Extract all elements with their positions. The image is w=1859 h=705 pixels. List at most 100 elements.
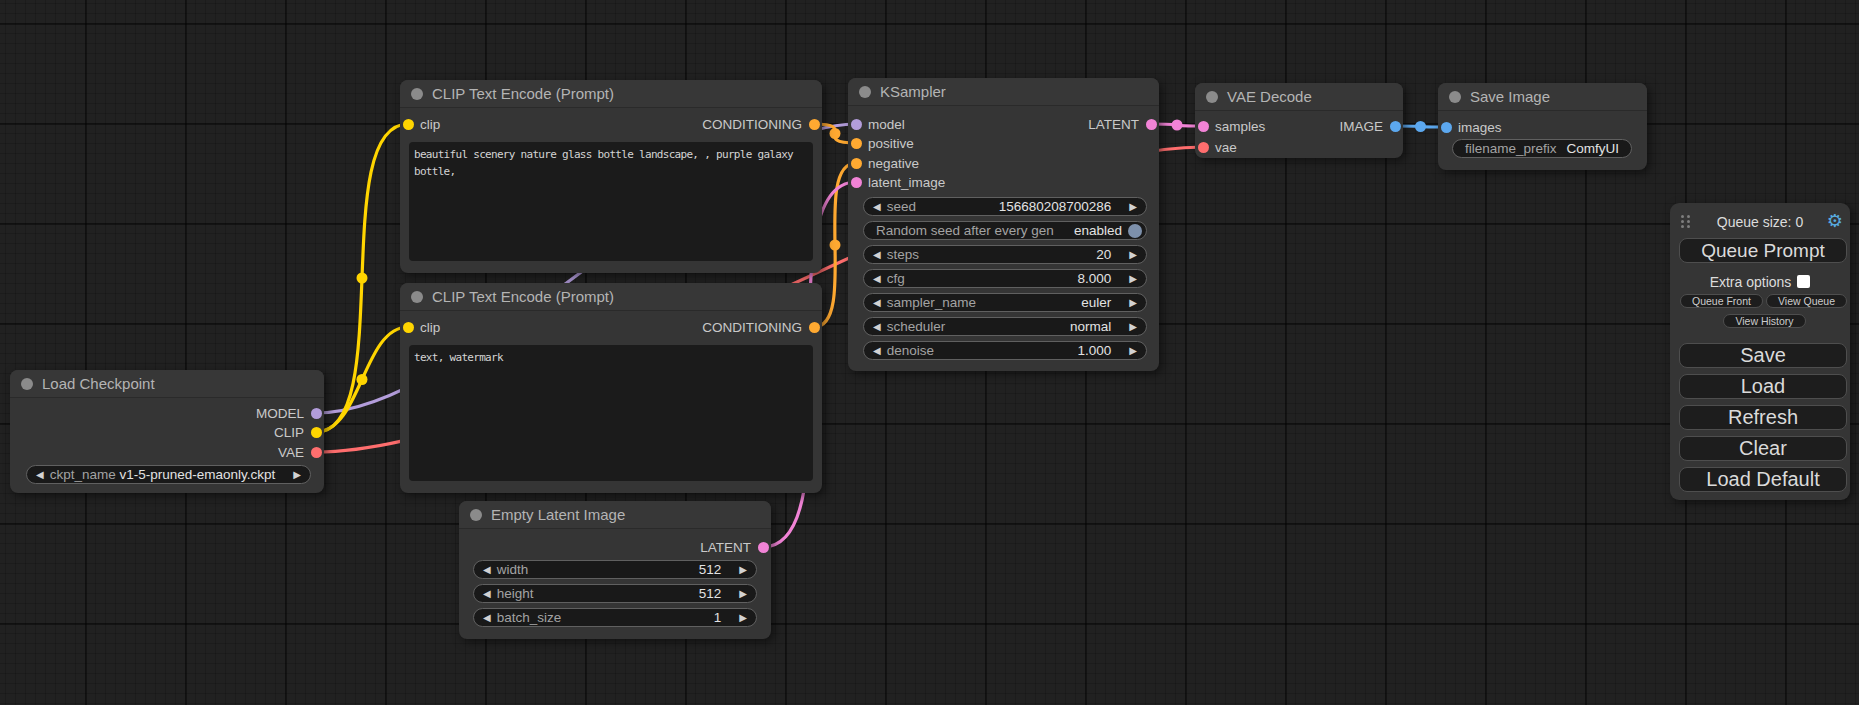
widget-label: Random seed after every gen bbox=[864, 223, 1054, 238]
widget-increment-icon[interactable]: ▶ bbox=[1123, 249, 1146, 260]
widget-increment-icon[interactable]: ▶ bbox=[1123, 273, 1146, 284]
widget-Random-seed-after-every-gen[interactable]: Random seed after every genenabled bbox=[863, 221, 1147, 240]
node-collapse-dot[interactable] bbox=[1206, 91, 1218, 103]
node-title-bar[interactable]: Empty Latent Image bbox=[459, 501, 771, 529]
input-port-negative-icon[interactable] bbox=[851, 158, 862, 169]
output-port-CLIP-icon[interactable] bbox=[311, 427, 322, 438]
extra-options-checkbox[interactable] bbox=[1797, 275, 1810, 288]
widget-ckpt_name[interactable]: ◀ckpt_namev1-5-pruned-emaonly.ckpt▶ bbox=[26, 465, 311, 484]
widget-steps[interactable]: ◀steps20▶ bbox=[863, 245, 1147, 264]
output-port-label: CONDITIONING bbox=[702, 320, 802, 335]
load-default-button[interactable]: Load Default bbox=[1679, 467, 1847, 492]
node-clip-text-encode-positive[interactable]: CLIP Text Encode (Prompt)clipCONDITIONIN… bbox=[400, 80, 822, 273]
node-collapse-dot[interactable] bbox=[1449, 91, 1461, 103]
node-title-bar[interactable]: KSampler bbox=[848, 78, 1159, 106]
link-midpoint-dot[interactable] bbox=[357, 273, 368, 284]
output-port-IMAGE-icon[interactable] bbox=[1390, 121, 1401, 132]
node-title-bar[interactable]: VAE Decode bbox=[1195, 83, 1403, 111]
queue-panel: Queue size: 0 ⚙ Queue Prompt Extra optio… bbox=[1670, 203, 1850, 500]
output-port-LATENT-icon[interactable] bbox=[1146, 119, 1157, 130]
widget-increment-icon[interactable]: ▶ bbox=[1123, 297, 1146, 308]
input-port-positive-icon[interactable] bbox=[851, 138, 862, 149]
input-port-model-icon[interactable] bbox=[851, 119, 862, 130]
widget-increment-icon[interactable]: ▶ bbox=[733, 564, 756, 575]
node-collapse-dot[interactable] bbox=[21, 378, 33, 390]
widget-decrement-icon[interactable]: ◀ bbox=[864, 201, 887, 212]
input-port-images-icon[interactable] bbox=[1441, 122, 1452, 133]
widget-width[interactable]: ◀width512▶ bbox=[473, 560, 757, 579]
toggle-indicator-icon[interactable] bbox=[1128, 224, 1142, 238]
widget-increment-icon[interactable]: ▶ bbox=[1123, 201, 1146, 212]
link-midpoint-dot[interactable] bbox=[830, 240, 841, 251]
node-title-bar[interactable]: Save Image bbox=[1438, 83, 1647, 111]
widget-label: scheduler bbox=[887, 319, 946, 334]
widget-decrement-icon[interactable]: ◀ bbox=[474, 612, 497, 623]
load-button[interactable]: Load bbox=[1679, 374, 1847, 399]
view-history-button[interactable]: View History bbox=[1723, 314, 1806, 328]
input-port-vae-icon[interactable] bbox=[1198, 142, 1209, 153]
node-collapse-dot[interactable] bbox=[859, 86, 871, 98]
node-ksampler[interactable]: KSamplermodelpositivenegativelatent_imag… bbox=[848, 78, 1159, 371]
widget-decrement-icon[interactable]: ◀ bbox=[864, 273, 887, 284]
output-port-label: LATENT bbox=[1088, 117, 1139, 132]
node-collapse-dot[interactable] bbox=[411, 291, 423, 303]
widget-label: denoise bbox=[887, 343, 934, 358]
widget-increment-icon[interactable]: ▶ bbox=[733, 612, 756, 623]
widget-seed[interactable]: ◀seed156680208700286▶ bbox=[863, 197, 1147, 216]
widget-decrement-icon[interactable]: ◀ bbox=[864, 345, 887, 356]
input-port-latent_image-icon[interactable] bbox=[851, 177, 862, 188]
link-midpoint-dot[interactable] bbox=[357, 374, 368, 385]
widget-decrement-icon[interactable]: ◀ bbox=[864, 249, 887, 260]
widget-decrement-icon[interactable]: ◀ bbox=[474, 564, 497, 575]
widget-cfg[interactable]: ◀cfg8.000▶ bbox=[863, 269, 1147, 288]
widget-increment-icon[interactable]: ▶ bbox=[733, 588, 756, 599]
widget-height[interactable]: ◀height512▶ bbox=[473, 584, 757, 603]
queue-front-button[interactable]: Queue Front bbox=[1680, 294, 1763, 308]
output-port-VAE-icon[interactable] bbox=[311, 447, 322, 458]
node-title: VAE Decode bbox=[1227, 88, 1312, 105]
input-port-clip-icon[interactable] bbox=[403, 119, 414, 130]
input-port-samples-icon[interactable] bbox=[1198, 121, 1209, 132]
node-clip-text-encode-negative[interactable]: CLIP Text Encode (Prompt)clipCONDITIONIN… bbox=[400, 283, 822, 493]
widget-decrement-icon[interactable]: ◀ bbox=[474, 588, 497, 599]
widget-decrement-icon[interactable]: ◀ bbox=[864, 297, 887, 308]
widget-denoise[interactable]: ◀denoise1.000▶ bbox=[863, 341, 1147, 360]
link-midpoint-dot[interactable] bbox=[1172, 120, 1183, 131]
prompt-textarea[interactable]: beautiful scenery nature glass bottle la… bbox=[409, 142, 813, 261]
node-vae-decode[interactable]: VAE DecodesamplesvaeIMAGE bbox=[1195, 83, 1403, 158]
node-title-bar[interactable]: Load Checkpoint bbox=[10, 370, 324, 398]
widget-decrement-icon[interactable]: ◀ bbox=[864, 321, 887, 332]
widget-increment-icon[interactable]: ▶ bbox=[287, 469, 310, 480]
widget-increment-icon[interactable]: ▶ bbox=[1123, 345, 1146, 356]
widget-filename_prefix[interactable]: filename_prefixComfyUI bbox=[1452, 139, 1632, 158]
node-collapse-dot[interactable] bbox=[411, 88, 423, 100]
widget-label: sampler_name bbox=[887, 295, 976, 310]
node-save-image[interactable]: Save Imageimagesfilename_prefixComfyUI bbox=[1438, 83, 1647, 170]
input-port-clip-icon[interactable] bbox=[403, 322, 414, 333]
link-midpoint-dot[interactable] bbox=[1415, 121, 1426, 132]
input-port-label: vae bbox=[1215, 140, 1237, 155]
queue-prompt-button[interactable]: Queue Prompt bbox=[1679, 238, 1847, 263]
link-midpoint-dot[interactable] bbox=[830, 128, 841, 139]
output-port-CONDITIONING-icon[interactable] bbox=[809, 322, 820, 333]
node-load-checkpoint[interactable]: Load CheckpointMODELCLIPVAE◀ckpt_namev1-… bbox=[10, 370, 324, 493]
widget-batch_size[interactable]: ◀batch_size1▶ bbox=[473, 608, 757, 627]
node-collapse-dot[interactable] bbox=[470, 509, 482, 521]
view-queue-button[interactable]: View Queue bbox=[1766, 294, 1847, 308]
settings-gear-icon[interactable]: ⚙ bbox=[1827, 212, 1843, 230]
node-title-bar[interactable]: CLIP Text Encode (Prompt) bbox=[400, 80, 822, 108]
widget-scheduler[interactable]: ◀schedulernormal▶ bbox=[863, 317, 1147, 336]
widget-decrement-icon[interactable]: ◀ bbox=[27, 469, 50, 480]
node-title-bar[interactable]: CLIP Text Encode (Prompt) bbox=[400, 283, 822, 311]
save-button[interactable]: Save bbox=[1679, 343, 1847, 368]
widget-increment-icon[interactable]: ▶ bbox=[1123, 321, 1146, 332]
output-port-CONDITIONING-icon[interactable] bbox=[809, 119, 820, 130]
node-empty-latent-image[interactable]: Empty Latent ImageLATENT◀width512▶◀heigh… bbox=[459, 501, 771, 639]
output-port-LATENT-icon[interactable] bbox=[758, 542, 769, 553]
input-port-label: positive bbox=[868, 136, 914, 151]
prompt-textarea[interactable]: text, watermark bbox=[409, 345, 813, 481]
refresh-button[interactable]: Refresh bbox=[1679, 405, 1847, 430]
widget-sampler_name[interactable]: ◀sampler_nameeuler▶ bbox=[863, 293, 1147, 312]
clear-button[interactable]: Clear bbox=[1679, 436, 1847, 461]
output-port-MODEL-icon[interactable] bbox=[311, 408, 322, 419]
